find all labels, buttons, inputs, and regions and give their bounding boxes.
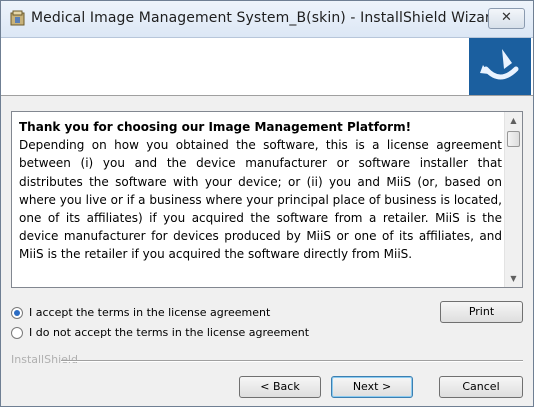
accept-radio[interactable] (11, 307, 23, 319)
license-heading: Thank you for choosing our Image Managem… (19, 120, 412, 134)
cancel-button[interactable]: Cancel (439, 376, 523, 398)
license-text: Thank you for choosing our Image Managem… (19, 118, 502, 264)
decline-label: I do not accept the terms in the license… (29, 326, 310, 339)
scroll-down-arrow-icon[interactable]: ▼ (505, 270, 522, 287)
installshield-wizard-window: Medical Image Management System_B(skin) … (0, 0, 534, 407)
license-agreement-textbox[interactable]: Thank you for choosing our Image Managem… (11, 111, 523, 288)
license-body: Depending on how you obtained the softwa… (19, 138, 502, 262)
footer-divider (61, 360, 523, 362)
back-button[interactable]: < Back (239, 376, 321, 398)
next-button[interactable]: Next > (331, 376, 413, 398)
installshield-logo-icon (469, 38, 531, 95)
installer-app-icon (10, 10, 25, 26)
title-bar[interactable]: Medical Image Management System_B(skin) … (1, 1, 533, 38)
window-title: Medical Image Management System_B(skin) … (31, 10, 500, 26)
scroll-thumb[interactable] (507, 131, 520, 147)
scroll-up-arrow-icon[interactable]: ▲ (505, 112, 522, 129)
license-scrollbar[interactable]: ▲ ▼ (504, 112, 522, 287)
accept-label: I accept the terms in the license agreem… (29, 306, 271, 319)
decline-radio[interactable] (11, 327, 23, 339)
close-button[interactable]: ✕ (488, 8, 525, 29)
header-banner (1, 38, 533, 96)
print-button[interactable]: Print (440, 301, 523, 323)
close-icon: ✕ (501, 10, 512, 25)
